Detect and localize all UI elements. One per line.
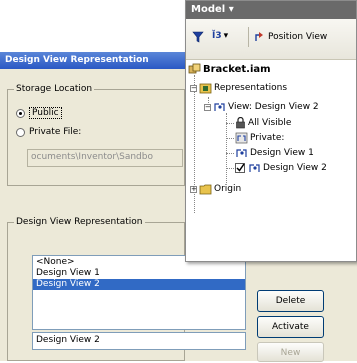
tree-node-all-visible[interactable]: All Visible: [235, 117, 291, 129]
root-assembly-label: Bracket.iam: [203, 63, 271, 75]
list-item-design-view-2[interactable]: Design View 2: [33, 279, 245, 290]
toolbar-divider: [248, 27, 249, 47]
private-file-radio[interactable]: Private File:: [16, 127, 81, 137]
private-file-path-field[interactable]: ocuments\Inventor\Sandbo: [27, 149, 183, 167]
design-view-2-label: Design View 2: [263, 163, 327, 173]
public-radio[interactable]: Public: [16, 107, 62, 119]
tree-line: [226, 168, 234, 169]
position-view-button[interactable]: Position View: [254, 31, 327, 43]
all-visible-label: All Visible: [248, 118, 292, 128]
design-view-1-label: Design View 1: [250, 148, 314, 158]
activate-button[interactable]: Activate: [257, 316, 324, 338]
collapse-icon[interactable]: −: [204, 103, 211, 111]
design-view-name-value: Design View 2: [36, 335, 100, 345]
private-file-path-value: ocuments\Inventor\Sandbo: [31, 152, 153, 162]
tree-node-design-view-2[interactable]: Design View 2: [235, 162, 327, 174]
model-browser-panel: Model ▾ Ĭ3 ▾ Position View Bracket.iam −…: [185, 0, 357, 262]
private-file-radio-label: Private File:: [29, 127, 82, 137]
design-view-icon: [236, 149, 247, 157]
tree-line: [226, 138, 234, 139]
representations-folder-icon: [199, 83, 212, 94]
lock-icon: [236, 117, 245, 129]
model-browser-title: Model: [191, 4, 226, 15]
expand-icon[interactable]: +: [190, 185, 197, 193]
tree-node-root-assembly[interactable]: Bracket.iam: [188, 63, 271, 75]
design-view-list[interactable]: <None> Design View 1 Design View 2: [32, 255, 246, 330]
radio-unselected-icon: [16, 127, 25, 137]
design-view-list-legend: Design View Representation: [14, 217, 145, 227]
checkmark-icon: [235, 163, 245, 173]
chevron-down-icon: ▾: [223, 31, 229, 41]
design-view-icon: [249, 164, 260, 172]
tree-line: [226, 123, 234, 124]
model-browser-title-bar[interactable]: Model ▾: [186, 1, 356, 19]
storage-location-legend: Storage Location: [14, 84, 95, 94]
view-representation-dropdown[interactable]: Ĭ3 ▾: [212, 31, 228, 41]
tree-node-origin[interactable]: + Origin: [190, 183, 241, 195]
folder-icon: [199, 184, 212, 195]
origin-label: Origin: [214, 184, 242, 194]
new-button: New: [257, 342, 324, 362]
funnel-icon: [192, 31, 204, 43]
model-browser-toolbar: Ĭ3 ▾ Position View: [186, 19, 356, 60]
assembly-icon: [188, 63, 201, 74]
title-dropdown-arrow-icon[interactable]: ▾: [229, 4, 234, 15]
tree-node-representations[interactable]: − Representations: [190, 82, 287, 94]
position-view-label: Position View: [268, 32, 328, 42]
tree-node-view[interactable]: − View: Design View 2: [204, 101, 319, 113]
filter-button[interactable]: [192, 31, 204, 43]
tree-line: [226, 153, 234, 154]
dialog-title: Design View Representation: [5, 55, 149, 65]
radio-selected-icon: [16, 108, 25, 118]
list-item-design-view-1[interactable]: Design View 1: [33, 268, 245, 279]
tree-node-private[interactable]: Private:: [235, 132, 284, 144]
view-representation-icon: [214, 103, 225, 111]
private-label: Private:: [250, 133, 285, 143]
delete-button[interactable]: Delete: [257, 290, 324, 312]
representations-label: Representations: [214, 83, 288, 93]
tree-node-design-view-1[interactable]: Design View 1: [235, 147, 314, 159]
position-view-icon: [255, 32, 263, 41]
private-view-icon: [235, 132, 248, 144]
view-representation-icon: Ĭ3: [212, 31, 222, 41]
collapse-icon[interactable]: −: [190, 84, 197, 92]
design-view-name-field[interactable]: Design View 2: [32, 332, 246, 350]
public-radio-label: Public: [29, 107, 62, 119]
view-node-label: View: Design View 2: [228, 102, 319, 112]
